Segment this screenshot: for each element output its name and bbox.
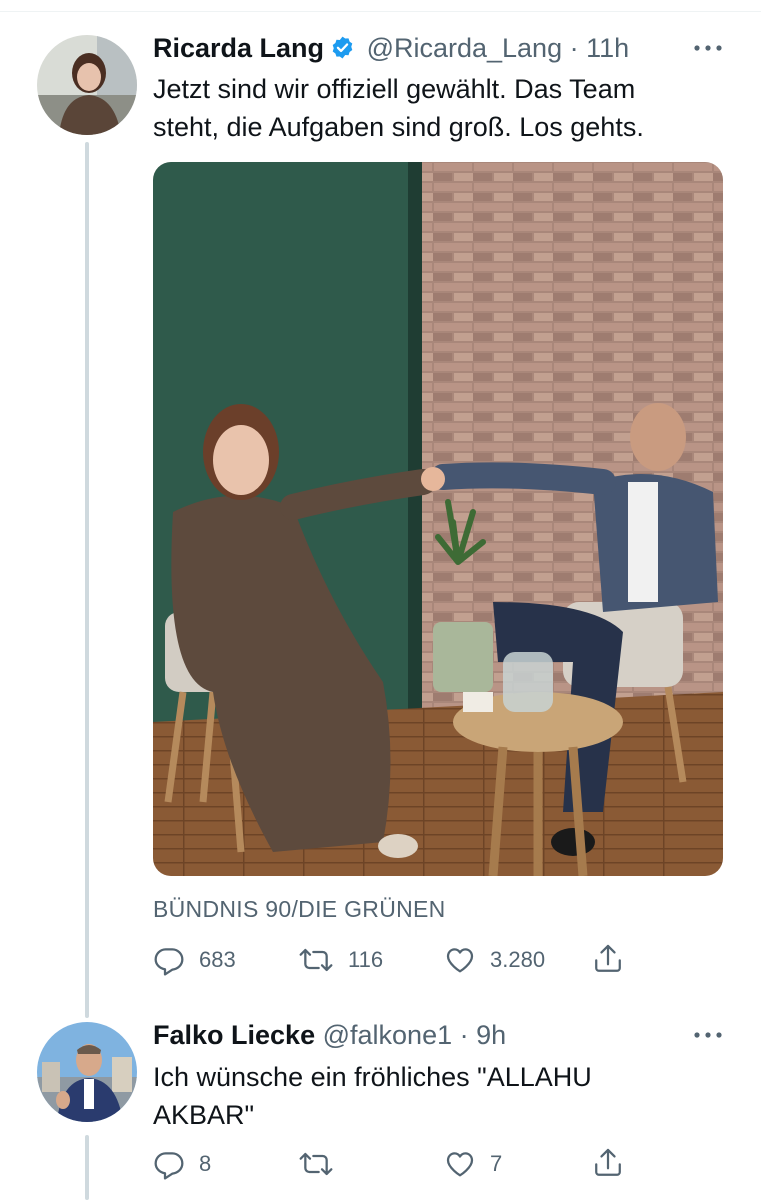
verified-badge-icon: [330, 34, 355, 68]
more-icon[interactable]: [691, 38, 731, 58]
reply-count: 8: [199, 1151, 212, 1176]
share-icon: [595, 1148, 621, 1176]
tweet-header: Ricarda Lang @Ricarda_Lang · 11h: [153, 31, 629, 68]
avatar[interactable]: [37, 1022, 137, 1122]
tweet-text-line: steht, die Aufgaben sind groß. Los gehts…: [153, 112, 644, 142]
share-button[interactable]: [592, 1146, 624, 1180]
separator-dot: ·: [569, 33, 579, 63]
like-button[interactable]: 7: [444, 1148, 502, 1180]
like-icon: [446, 948, 474, 973]
reply-button[interactable]: 683: [153, 944, 236, 976]
retweet-icon: [299, 1152, 333, 1176]
author-name[interactable]: Falko Liecke: [153, 1020, 315, 1050]
share-icon: [595, 944, 621, 972]
tweet-header: Falko Liecke @falkone1 · 9h: [153, 1018, 506, 1052]
retweet-button[interactable]: 116: [298, 944, 383, 976]
author-handle[interactable]: @Ricarda_Lang: [367, 33, 563, 63]
retweet-icon: [299, 948, 333, 972]
retweet-count: 116: [348, 947, 384, 972]
avatar[interactable]: [37, 35, 137, 135]
reply-icon: [154, 1152, 184, 1180]
thread-line: [85, 1135, 89, 1200]
timestamp[interactable]: 11h: [586, 33, 629, 63]
thread-line: [85, 142, 89, 1018]
author-handle[interactable]: @falkone1: [323, 1020, 453, 1050]
reply-button[interactable]: 8: [153, 1148, 211, 1180]
reply-icon: [154, 948, 184, 976]
like-button[interactable]: 3.280: [444, 944, 545, 976]
tweet-text-line: Ich wünsche ein fröhliches "ALLAHU: [153, 1062, 592, 1092]
tweet-text-line: Jetzt sind wir offiziell gewählt. Das Te…: [153, 74, 636, 104]
reply-count: 683: [199, 947, 236, 972]
separator-dot: ·: [459, 1020, 469, 1050]
like-count: 3.280: [490, 947, 546, 972]
like-icon: [446, 1152, 474, 1177]
author-name[interactable]: Ricarda Lang: [153, 33, 324, 63]
tweet-text: Ich wünsche ein fröhliches "ALLAHU AKBAR…: [153, 1058, 592, 1134]
retweet-button[interactable]: [298, 1148, 348, 1180]
like-count: 7: [490, 1151, 503, 1176]
more-icon[interactable]: [691, 1025, 731, 1045]
tweet-text: Jetzt sind wir offiziell gewählt. Das Te…: [153, 70, 644, 146]
timestamp[interactable]: 9h: [476, 1020, 506, 1050]
source-label[interactable]: BÜNDNIS 90/DIE GRÜNEN: [153, 896, 446, 923]
share-button[interactable]: [592, 942, 624, 976]
tweet-text-line: AKBAR": [153, 1100, 255, 1130]
tweet-photo[interactable]: [153, 162, 723, 876]
top-divider: [0, 11, 761, 12]
